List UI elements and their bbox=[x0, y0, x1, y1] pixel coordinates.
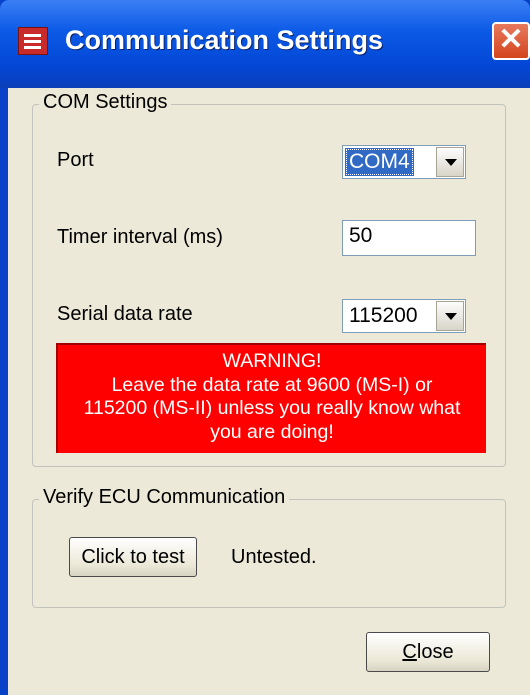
click-to-test-button[interactable]: Click to test bbox=[69, 537, 197, 577]
serial-data-rate-label: Serial data rate bbox=[57, 303, 193, 325]
warning-line: WARNING! bbox=[222, 350, 322, 372]
warning-line: Leave the data rate at 9600 (MS-I) or bbox=[111, 373, 433, 396]
port-value: COM4 bbox=[345, 148, 414, 176]
app-icon bbox=[18, 27, 48, 55]
close-button-rest: lose bbox=[416, 641, 454, 663]
com-settings-group-title: COM Settings bbox=[39, 91, 172, 114]
dialog-client-area: COM Settings Port COM4 Timer interval (m… bbox=[8, 88, 530, 695]
title-bar[interactable]: Communication Settings ✕ bbox=[0, 0, 530, 88]
test-status-text: Untested. bbox=[231, 546, 317, 568]
close-button-mnemonic: C bbox=[402, 641, 417, 663]
timer-interval-input[interactable]: 50 bbox=[342, 220, 476, 256]
verify-ecu-group: Verify ECU Communication Click to test U… bbox=[32, 486, 506, 608]
chevron-down-icon[interactable] bbox=[436, 147, 464, 177]
serial-data-rate-value: 115200 bbox=[349, 304, 418, 327]
close-icon: ✕ bbox=[498, 23, 524, 56]
window-title: Communication Settings bbox=[65, 25, 384, 55]
warning-line: you are doing! bbox=[210, 420, 334, 443]
timer-interval-label: Timer interval (ms) bbox=[57, 226, 223, 248]
close-window-button[interactable]: ✕ bbox=[492, 22, 530, 60]
data-rate-warning: WARNING! Leave the data rate at 9600 (MS… bbox=[56, 343, 486, 453]
port-label: Port bbox=[57, 149, 94, 171]
warning-line: 115200 (MS-II) unless you really know wh… bbox=[83, 397, 461, 419]
chevron-down-icon[interactable] bbox=[436, 301, 464, 331]
verify-ecu-group-title: Verify ECU Communication bbox=[39, 486, 290, 509]
close-button[interactable]: Close bbox=[366, 632, 490, 672]
serial-data-rate-select[interactable]: 115200 bbox=[342, 299, 466, 333]
port-select[interactable]: COM4 bbox=[342, 145, 466, 179]
dialog-window: Communication Settings ✕ COM Settings Po… bbox=[0, 0, 530, 695]
